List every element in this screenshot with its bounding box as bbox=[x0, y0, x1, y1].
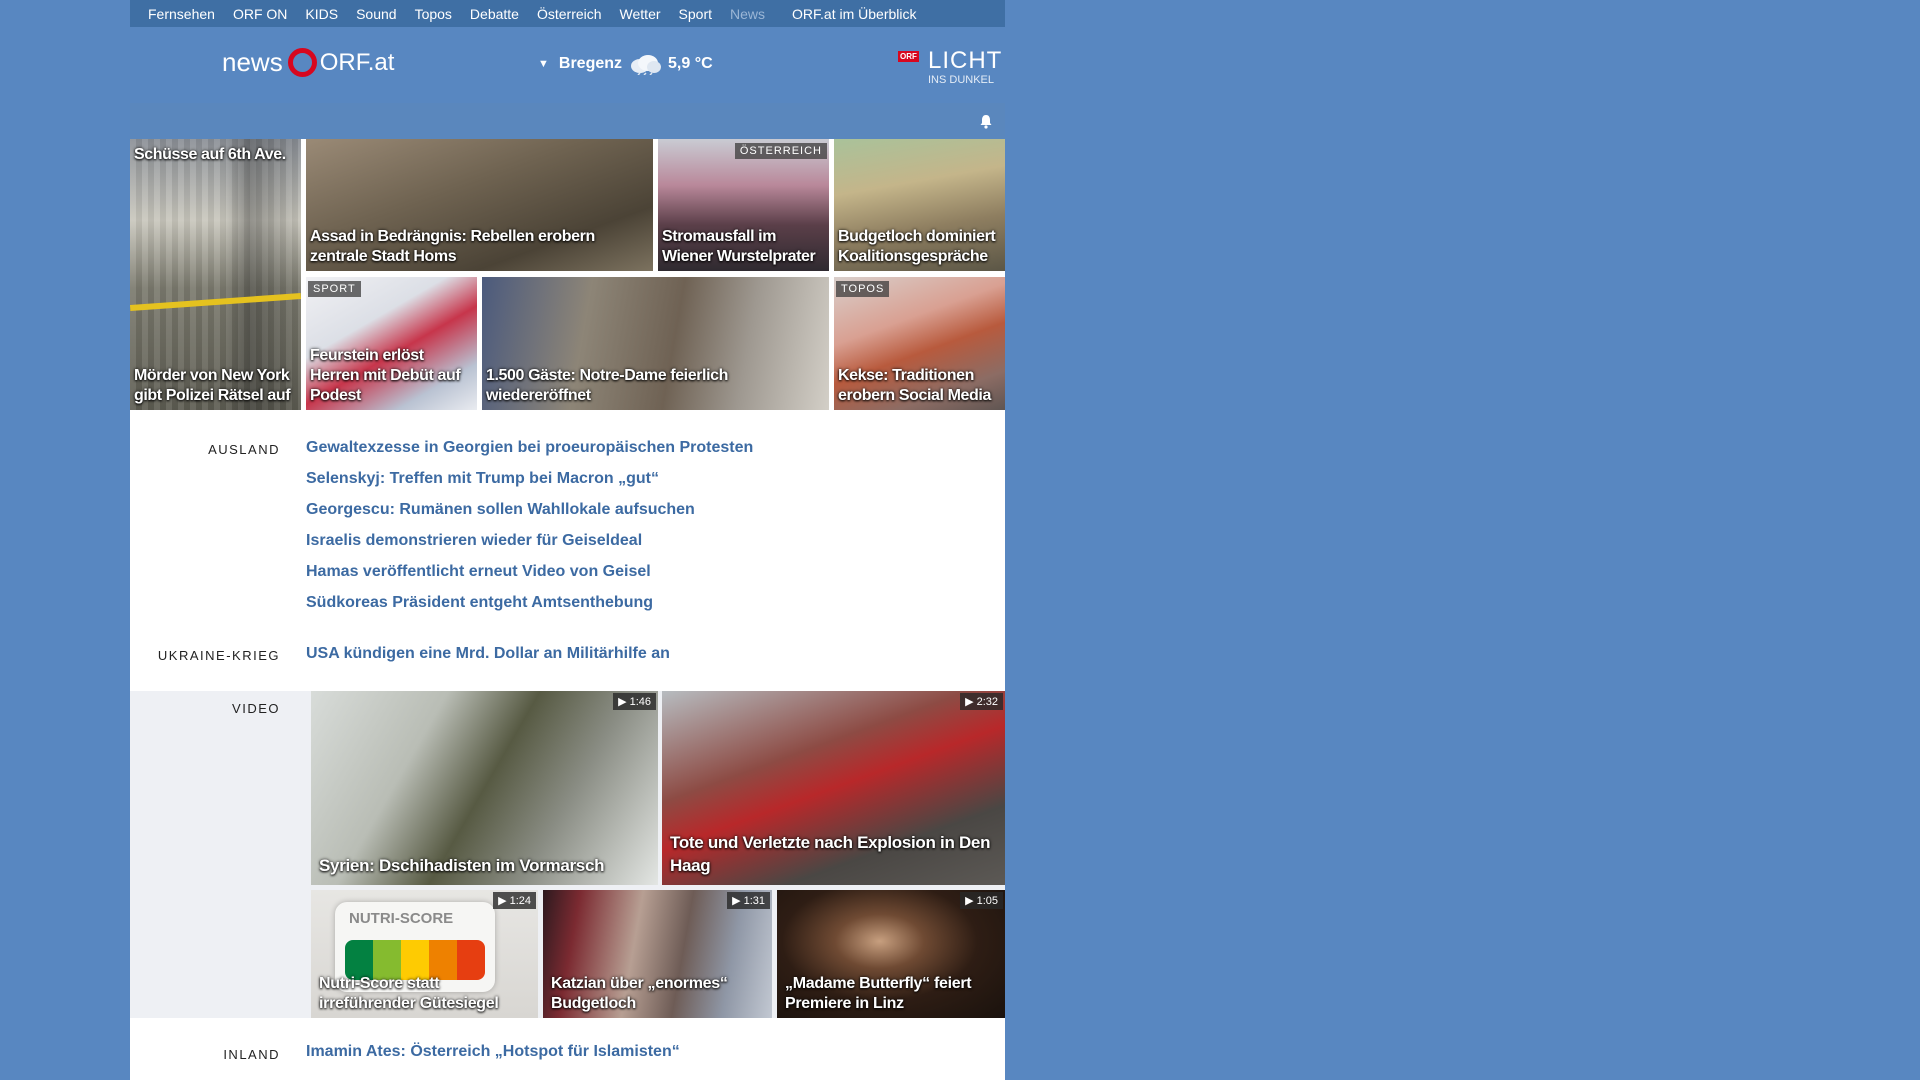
sub-navigation-bar bbox=[130, 103, 1005, 139]
duration-text: 1:46 bbox=[629, 696, 651, 708]
top-navigation: Fernsehen ORF ON KIDS Sound Topos Debatt… bbox=[130, 0, 1005, 27]
ins-dunkel-text: INS DUNKEL bbox=[928, 74, 995, 86]
duration-text: 1:31 bbox=[743, 895, 765, 907]
section-label-ausland: AUSLAND bbox=[208, 442, 280, 457]
duration-text: 1:24 bbox=[509, 895, 531, 907]
logo-news-text: news bbox=[222, 47, 283, 77]
video-teaser-den-haag[interactable]: ▶ 2:32 Tote und Verletzte nach Explosion… bbox=[662, 691, 1005, 885]
video-duration: ▶ 2:32 bbox=[960, 693, 1003, 710]
story-link[interactable]: Hamas veröffentlicht erneut Video von Ge… bbox=[306, 563, 651, 581]
teaser-budget[interactable]: Budgetloch dominiert Koalitionsgespräche bbox=[834, 139, 1005, 271]
teaser-kekse[interactable]: TOPOS Kekse: Traditionen erobern Social … bbox=[834, 277, 1005, 410]
video-duration: ▶ 1:31 bbox=[727, 892, 770, 909]
teaser-tag: SPORT bbox=[308, 281, 361, 297]
orf-eye-icon bbox=[287, 48, 317, 77]
duration-text: 1:05 bbox=[976, 895, 998, 907]
duration-text: 2:32 bbox=[976, 696, 998, 708]
video-duration: ▶ 1:24 bbox=[493, 892, 536, 909]
teaser-title: Feurstein erlöst Herren mit Debüt auf Po… bbox=[310, 347, 461, 404]
weather-city: Bregenz bbox=[558, 55, 623, 72]
nav-item-news[interactable]: News bbox=[721, 6, 774, 22]
nav-item-wetter[interactable]: Wetter bbox=[611, 6, 670, 22]
section-label-ukraine-krieg: UKRAINE-KRIEG bbox=[157, 648, 280, 663]
video-teaser-madame-butterfly[interactable]: ▶ 1:05 „Madame Butterfly“ feiert Premier… bbox=[777, 890, 1005, 1018]
video-title: „Madame Butterfly“ feiert Premiere in Li… bbox=[785, 975, 972, 1012]
nav-item-kids[interactable]: KIDS bbox=[296, 6, 347, 22]
teaser-feurstein[interactable]: SPORT Feurstein erlöst Herren mit Debüt … bbox=[306, 277, 477, 410]
nav-item-sound[interactable]: Sound bbox=[347, 6, 405, 22]
teaser-tag: TOPOS bbox=[836, 281, 890, 297]
news-orf-logo[interactable]: news ORF.at bbox=[222, 47, 394, 78]
teaser-title: Mörder von New York gibt Polizei Rätsel … bbox=[134, 367, 291, 404]
nav-item-debatte[interactable]: Debatte bbox=[461, 6, 528, 22]
teaser-title: 1.500 Gäste: Notre-Dame feierlich wieder… bbox=[486, 367, 729, 404]
video-teaser-katzian[interactable]: ▶ 1:31 Katzian über „enormes“ Budgetloch bbox=[543, 890, 772, 1018]
video-title: Syrien: Dschihadisten im Vormarsch bbox=[319, 856, 605, 875]
section-label-video: VIDEO bbox=[232, 701, 280, 716]
story-link[interactable]: Georgescu: Rumänen sollen Wahllokale auf… bbox=[306, 501, 695, 519]
dropdown-triangle-icon: ▼ bbox=[538, 58, 549, 70]
teaser-newyork[interactable]: Schüsse auf 6th Ave. Mörder von New York… bbox=[130, 139, 301, 410]
nav-item-overview[interactable]: ORF.at im Überblick bbox=[783, 6, 925, 22]
story-link[interactable]: Südkoreas Präsident entgeht Amtsenthebun… bbox=[306, 594, 653, 612]
nav-item-fernsehen[interactable]: Fernsehen bbox=[139, 6, 224, 22]
teaser-title: Stromausfall im Wiener Wurstelprater bbox=[662, 228, 816, 265]
story-link[interactable]: USA kündigen eine Mrd. Dollar an Militär… bbox=[306, 645, 670, 663]
video-title: Nutri-Score statt irreführender Gütesieg… bbox=[319, 975, 499, 1012]
teaser-assad[interactable]: Assad in Bedrängnis: Rebellen erobern ze… bbox=[306, 139, 653, 271]
bell-icon[interactable] bbox=[979, 114, 993, 129]
teaser-title: Budgetloch dominiert Koalitionsgespräche bbox=[838, 228, 996, 265]
orf-badge: ORF bbox=[898, 51, 919, 62]
story-link[interactable]: Israelis demonstrieren wieder für Geisel… bbox=[306, 532, 642, 550]
teaser-notredame[interactable]: 1.500 Gäste: Notre-Dame feierlich wieder… bbox=[482, 277, 829, 410]
video-duration: ▶ 1:46 bbox=[613, 693, 656, 710]
nutri-score-label: NUTRI-SCORE bbox=[349, 910, 454, 927]
licht-text: LICHT bbox=[928, 47, 1003, 74]
video-teaser-syrien[interactable]: ▶ 1:46 Syrien: Dschihadisten im Vormarsc… bbox=[311, 691, 658, 885]
teaser-title: Assad in Bedrängnis: Rebellen erobern ze… bbox=[310, 228, 595, 265]
video-title: Tote und Verletzte nach Explosion in Den… bbox=[670, 833, 991, 875]
story-link[interactable]: Imamin Ates: Österreich „Hotspot für Isl… bbox=[306, 1043, 680, 1061]
story-link[interactable]: Gewaltexzesse in Georgien bei proeuropäi… bbox=[306, 439, 753, 457]
logo-orf-text: ORF.at bbox=[319, 48, 395, 76]
cloud-rain-icon bbox=[631, 55, 662, 75]
video-title: Katzian über „enormes“ Budgetloch bbox=[551, 975, 728, 1012]
video-teaser-nutri-score[interactable]: NUTRI-SCORE ▶ 1:24 Nutri-Score statt irr… bbox=[311, 890, 538, 1018]
nav-item-topos[interactable]: Topos bbox=[406, 6, 461, 22]
story-link[interactable]: Selenskyj: Treffen mit Trump bei Macron … bbox=[306, 470, 659, 488]
teaser-tag: ÖSTERREICH bbox=[734, 143, 827, 159]
page: Fernsehen ORF ON KIDS Sound Topos Debatt… bbox=[130, 0, 1005, 1080]
teaser-wurstelprater[interactable]: ÖSTERREICH Stromausfall im Wiener Wurste… bbox=[658, 139, 829, 271]
weather-temperature: 5,9 °C bbox=[668, 55, 713, 72]
teaser-title: Kekse: Traditionen erobern Social Media bbox=[838, 367, 991, 404]
nav-item-orf-on[interactable]: ORF ON bbox=[224, 6, 296, 22]
teaser-overlay-text: Schüsse auf 6th Ave. bbox=[134, 146, 286, 163]
video-duration: ▶ 1:05 bbox=[960, 892, 1003, 909]
weather-widget[interactable]: ▼ Bregenz 5,9 °C bbox=[538, 53, 713, 75]
header: news ORF.at ▼ Bregenz 5,9 °C ORF LICHT I… bbox=[130, 27, 1005, 103]
section-label-inland: INLAND bbox=[223, 1047, 280, 1062]
nav-item-oesterreich[interactable]: Österreich bbox=[528, 6, 611, 22]
nav-item-sport[interactable]: Sport bbox=[670, 6, 721, 22]
